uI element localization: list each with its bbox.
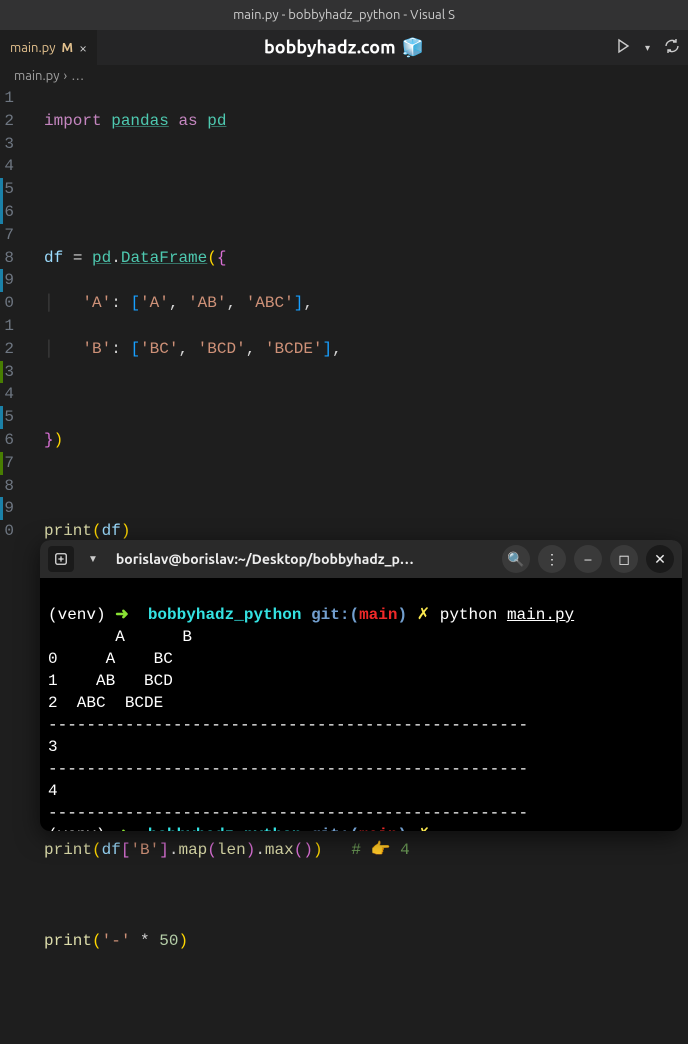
- breadcrumb-file: main.py: [14, 69, 60, 83]
- line-number: 0: [4, 520, 14, 543]
- tab-bar: main.py M × bobbyhadz.com 🧊 ▾: [0, 30, 688, 65]
- line-number: 8: [4, 475, 14, 498]
- line-number: 9: [4, 497, 14, 520]
- window-title: main.py - bobbyhadz_python - Visual S: [233, 8, 455, 22]
- sync-icon[interactable]: [664, 38, 680, 58]
- line-number: 0: [4, 292, 14, 315]
- terminal-new-tab-button[interactable]: [48, 546, 74, 572]
- terminal-header: ▼ borislav@borislav:~/Desktop/bobbyhadz_…: [40, 540, 682, 578]
- close-icon[interactable]: ✕: [646, 545, 674, 573]
- line-number: 3: [4, 133, 14, 156]
- line-number: 8: [4, 247, 14, 270]
- terminal-window: ▼ borislav@borislav:~/Desktop/bobbyhadz_…: [40, 540, 682, 831]
- close-icon[interactable]: ×: [79, 40, 87, 56]
- terminal-title: borislav@borislav:~/Desktop/bobbyhadz_py…: [116, 551, 416, 567]
- line-number: 6: [4, 201, 14, 224]
- tab-modified-indicator: M: [62, 41, 74, 55]
- line-number: 4: [4, 155, 14, 178]
- line-number: 7: [4, 452, 14, 475]
- breadcrumb-separator: ›: [64, 69, 68, 83]
- terminal-output[interactable]: (venv) ➜ bobbyhadz_python git:(main) ✗ p…: [40, 578, 682, 831]
- line-number: 5: [4, 178, 14, 201]
- line-number: 6: [4, 429, 14, 452]
- breadcrumb[interactable]: main.py › …: [0, 65, 688, 87]
- editor-center-label: bobbyhadz.com 🧊: [264, 37, 424, 58]
- line-number: 1: [4, 315, 14, 338]
- tab-main-py[interactable]: main.py M ×: [0, 30, 97, 65]
- line-number: 3: [4, 361, 14, 384]
- title-bar: main.py - bobbyhadz_python - Visual S: [0, 0, 688, 30]
- line-number: 2: [4, 338, 14, 361]
- line-number: 4: [4, 383, 14, 406]
- play-icon[interactable]: [615, 38, 631, 58]
- center-text: bobbyhadz.com: [264, 38, 396, 58]
- line-number: 5: [4, 406, 14, 429]
- line-gutter: 1 2 3 4 5 6 7 8 9 0 1 2 3 4 5 6 7 8 9 0: [0, 87, 22, 1044]
- kebab-menu-icon[interactable]: ⋮: [538, 545, 566, 573]
- maximize-icon[interactable]: ◻: [610, 545, 638, 573]
- line-number: 9: [4, 269, 14, 292]
- editor-actions: ▾: [615, 38, 680, 58]
- line-number: 1: [4, 87, 14, 110]
- chevron-down-icon[interactable]: ▼: [82, 553, 104, 565]
- line-number: 7: [4, 224, 14, 247]
- ice-cube-icon: 🧊: [402, 37, 424, 58]
- breadcrumb-more: …: [71, 69, 84, 83]
- search-icon[interactable]: 🔍: [502, 545, 530, 573]
- tab-filename: main.py: [10, 41, 56, 55]
- line-number: 2: [4, 110, 14, 133]
- minimize-icon[interactable]: –: [574, 545, 602, 573]
- chevron-down-icon[interactable]: ▾: [645, 42, 650, 54]
